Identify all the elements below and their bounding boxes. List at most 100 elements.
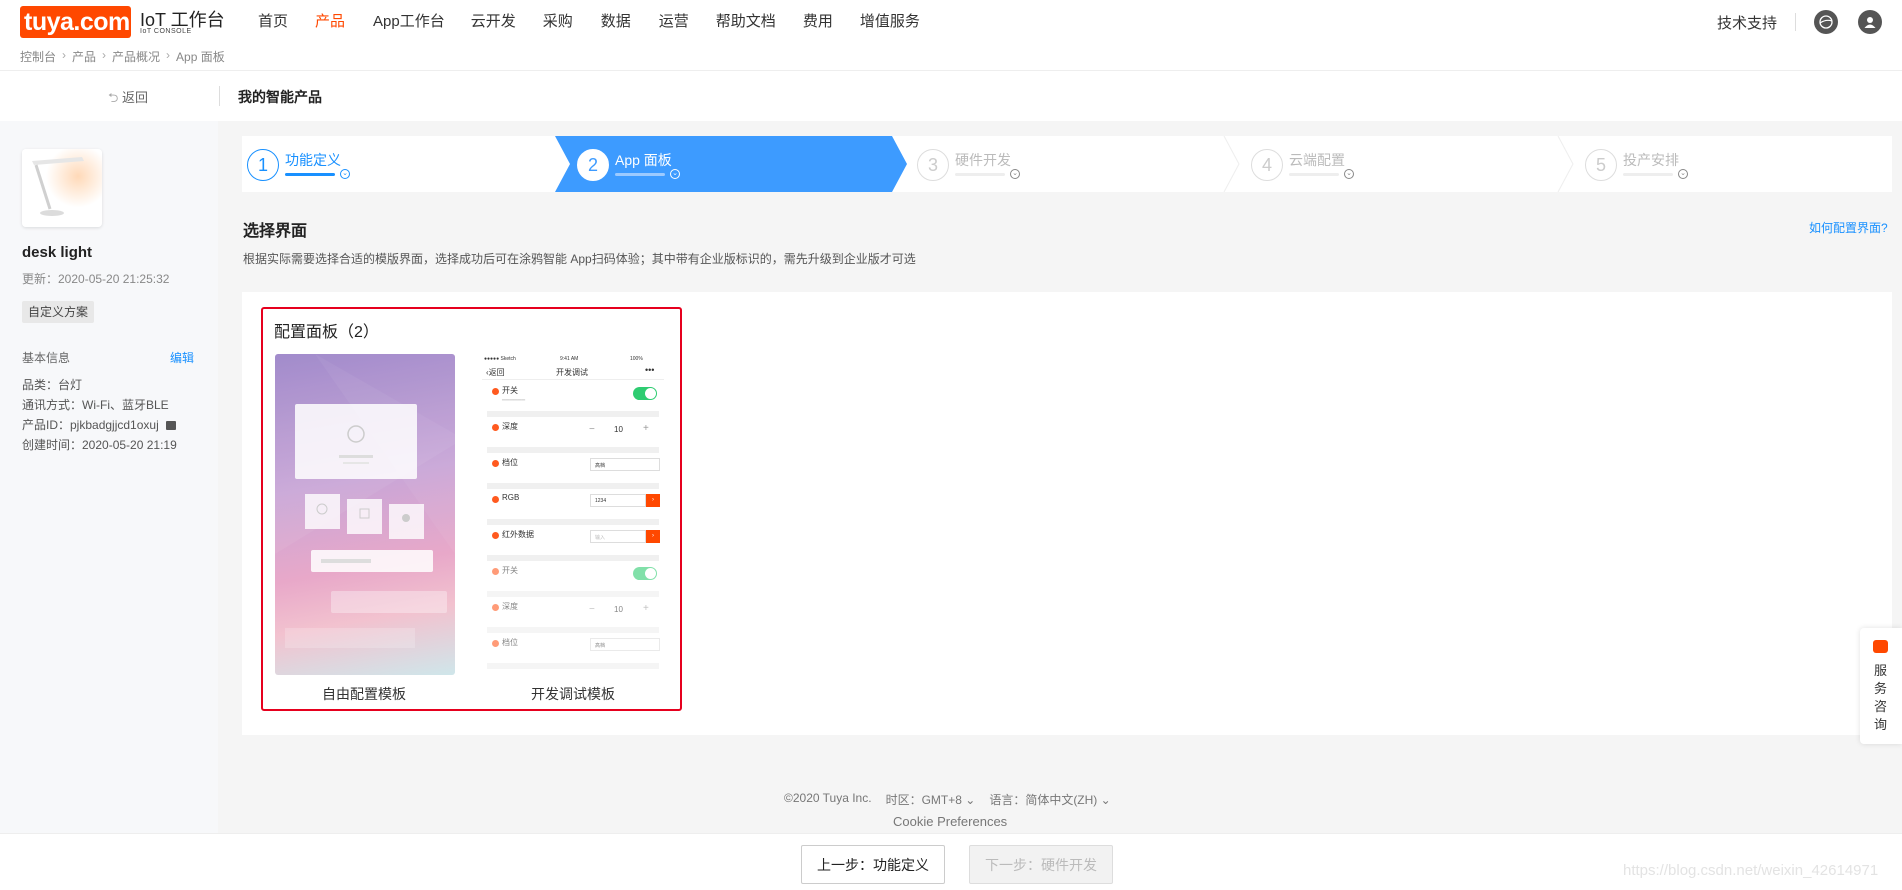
- stepper-value: 10: [614, 605, 623, 614]
- step-progress-bar: [615, 173, 665, 176]
- nav-data[interactable]: 数据: [601, 10, 631, 31]
- chevron-right-icon: ›: [102, 48, 107, 62]
- info-protocol: 通讯方式：Wi-Fi、蓝牙BLE: [22, 398, 169, 412]
- section-description: 根据实际需要选择合适的模版界面，选择成功后可在涂鸦智能 App扫码体验；其中带有…: [243, 252, 916, 266]
- phone-status-left: ●●●●● Sketch: [484, 356, 516, 362]
- info-created-time: 创建时间：2020-05-20 21:19: [22, 438, 177, 452]
- step-label: 云端配置: [1289, 152, 1345, 168]
- phone-row-gear-2: 档位 高档: [487, 634, 660, 669]
- nav-app-workbench[interactable]: App工作台: [373, 10, 445, 31]
- row-sub: ▁▁▁▁▁▁: [502, 395, 526, 401]
- status-dot-icon: [492, 424, 499, 431]
- service-consult-button[interactable]: 服务咨询: [1860, 628, 1902, 744]
- chevron-down-icon: ⌄: [965, 793, 976, 807]
- section-title: 选择界面: [243, 223, 308, 240]
- step-number: 5: [1585, 149, 1617, 181]
- language-label: 语言：简体中文(ZH): [989, 793, 1098, 807]
- chevron-down-icon: ⌄: [1100, 793, 1111, 807]
- timezone-select[interactable]: 时区：GMT+8 ⌄: [886, 791, 976, 808]
- phone-title: 开发调试: [556, 368, 588, 377]
- user-avatar-icon[interactable]: [1858, 10, 1882, 34]
- chevron-down-icon: ⌄: [1010, 169, 1020, 179]
- main-nav: 首页 产品 App工作台 云开发 采购 数据 运营 帮助文档 费用 增值服务: [258, 10, 920, 31]
- plus-icon: +: [643, 423, 649, 434]
- breadcrumb-products[interactable]: 产品: [72, 48, 96, 65]
- phone-row-switch-2: 开关: [487, 562, 659, 597]
- nav-help-docs[interactable]: 帮助文档: [716, 10, 776, 31]
- nav-operations[interactable]: 运营: [659, 10, 689, 31]
- breadcrumb-console[interactable]: 控制台: [20, 48, 56, 65]
- send-arrow-icon: ›: [646, 494, 660, 507]
- nav-home[interactable]: 首页: [258, 10, 288, 31]
- copy-icon[interactable]: [166, 421, 177, 431]
- footer: ©2020 Tuya Inc. 时区：GMT+8 ⌄ 语言：简体中文(ZH) ⌄: [784, 791, 1111, 808]
- step-label: 硬件开发: [955, 152, 1011, 168]
- chevron-down-icon: ⌄: [340, 169, 350, 179]
- chevron-right-icon: ›: [62, 48, 67, 62]
- divider: [219, 86, 220, 106]
- help-link[interactable]: 如何配置界面?: [1809, 219, 1888, 236]
- chevron-down-icon: ⌄: [1678, 169, 1688, 179]
- tuya-logo[interactable]: tuya.com: [20, 6, 131, 38]
- solution-tag: 自定义方案: [22, 301, 95, 323]
- phone-row-depth-2: 深度 − 10 +: [487, 598, 659, 633]
- config-panel-title: 配置面板（2）: [274, 324, 379, 341]
- breadcrumb-current: App 面板: [176, 50, 225, 64]
- chevron-right-icon: ›: [166, 48, 171, 62]
- free-config-template-preview[interactable]: [275, 354, 455, 675]
- step-progress-bar: [1289, 173, 1339, 176]
- minus-icon: −: [589, 424, 595, 435]
- phone-back-label: 返回: [488, 368, 505, 377]
- toggle-switch: [633, 387, 657, 400]
- step-progress-bar: [1623, 173, 1673, 176]
- status-dot-icon: [492, 640, 499, 647]
- nav-purchase[interactable]: 采购: [543, 10, 573, 31]
- step-progress-bar: [955, 173, 1005, 176]
- info-product-id: 产品ID：pjkbadgjjcd1oxuj: [22, 416, 177, 433]
- product-sidebar: [0, 121, 218, 833]
- minus-icon: −: [589, 604, 595, 615]
- cookie-preferences-link[interactable]: Cookie Preferences: [893, 814, 1007, 829]
- prev-step-button[interactable]: 上一步：功能定义: [801, 845, 945, 884]
- nav-cloud-dev[interactable]: 云开发: [471, 10, 516, 31]
- nav-value-added[interactable]: 增值服务: [860, 10, 920, 31]
- product-image: [22, 149, 102, 227]
- back-arrow-icon: ⮌: [108, 90, 123, 105]
- service-label: 服务咨询: [1874, 663, 1888, 732]
- breadcrumb-product-overview[interactable]: 产品概况: [112, 48, 160, 65]
- breadcrumb: 控制台 › 产品 › 产品概况 › App 面板: [20, 48, 225, 65]
- info-category: 品类：台灯: [22, 378, 83, 392]
- dev-debug-template-preview[interactable]: ●●●●● Sketch 9:41 AM 100% ‹返回 开发调试 ••• 开…: [482, 354, 664, 675]
- status-dot-icon: [492, 532, 499, 539]
- row-label: 开关: [502, 566, 518, 575]
- more-icon: •••: [645, 365, 655, 375]
- chat-icon: [1873, 640, 1888, 653]
- language-select[interactable]: 语言：简体中文(ZH) ⌄: [989, 791, 1110, 808]
- step-progress-bar: [285, 173, 335, 176]
- divider: [482, 379, 664, 380]
- status-dot-icon: [492, 604, 499, 611]
- send-arrow-icon: ›: [646, 530, 660, 543]
- nav-billing[interactable]: 费用: [803, 10, 833, 31]
- stepper-value: 10: [614, 425, 623, 434]
- basic-info-label: 基本信息: [22, 351, 71, 365]
- row-label: 深度: [502, 602, 518, 611]
- page-title: 我的智能产品: [238, 89, 322, 105]
- globe-icon[interactable]: [1814, 10, 1838, 34]
- phone-back: ‹返回: [486, 367, 505, 378]
- status-dot-icon: [492, 388, 499, 395]
- dev-debug-template-label[interactable]: 开发调试模板: [531, 684, 615, 704]
- back-button[interactable]: ⮌ 返回: [108, 87, 148, 111]
- free-config-template-label[interactable]: 自由配置模板: [322, 684, 406, 704]
- product-name: desk light: [22, 244, 93, 261]
- phone-status-battery: 100%: [630, 356, 643, 362]
- divider: [1795, 13, 1796, 31]
- phone-row-switch: 开关 ▁▁▁▁▁▁: [487, 382, 659, 417]
- step-number: 2: [577, 149, 609, 181]
- watermark: https://blog.csdn.net/weixin_42614971: [1623, 862, 1879, 879]
- tech-support-link[interactable]: 技术支持: [1717, 12, 1777, 33]
- edit-link[interactable]: 编辑: [170, 349, 194, 366]
- ir-input: 输入: [590, 530, 646, 543]
- next-step-button[interactable]: 下一步：硬件开发: [969, 845, 1113, 884]
- nav-products[interactable]: 产品: [315, 10, 345, 31]
